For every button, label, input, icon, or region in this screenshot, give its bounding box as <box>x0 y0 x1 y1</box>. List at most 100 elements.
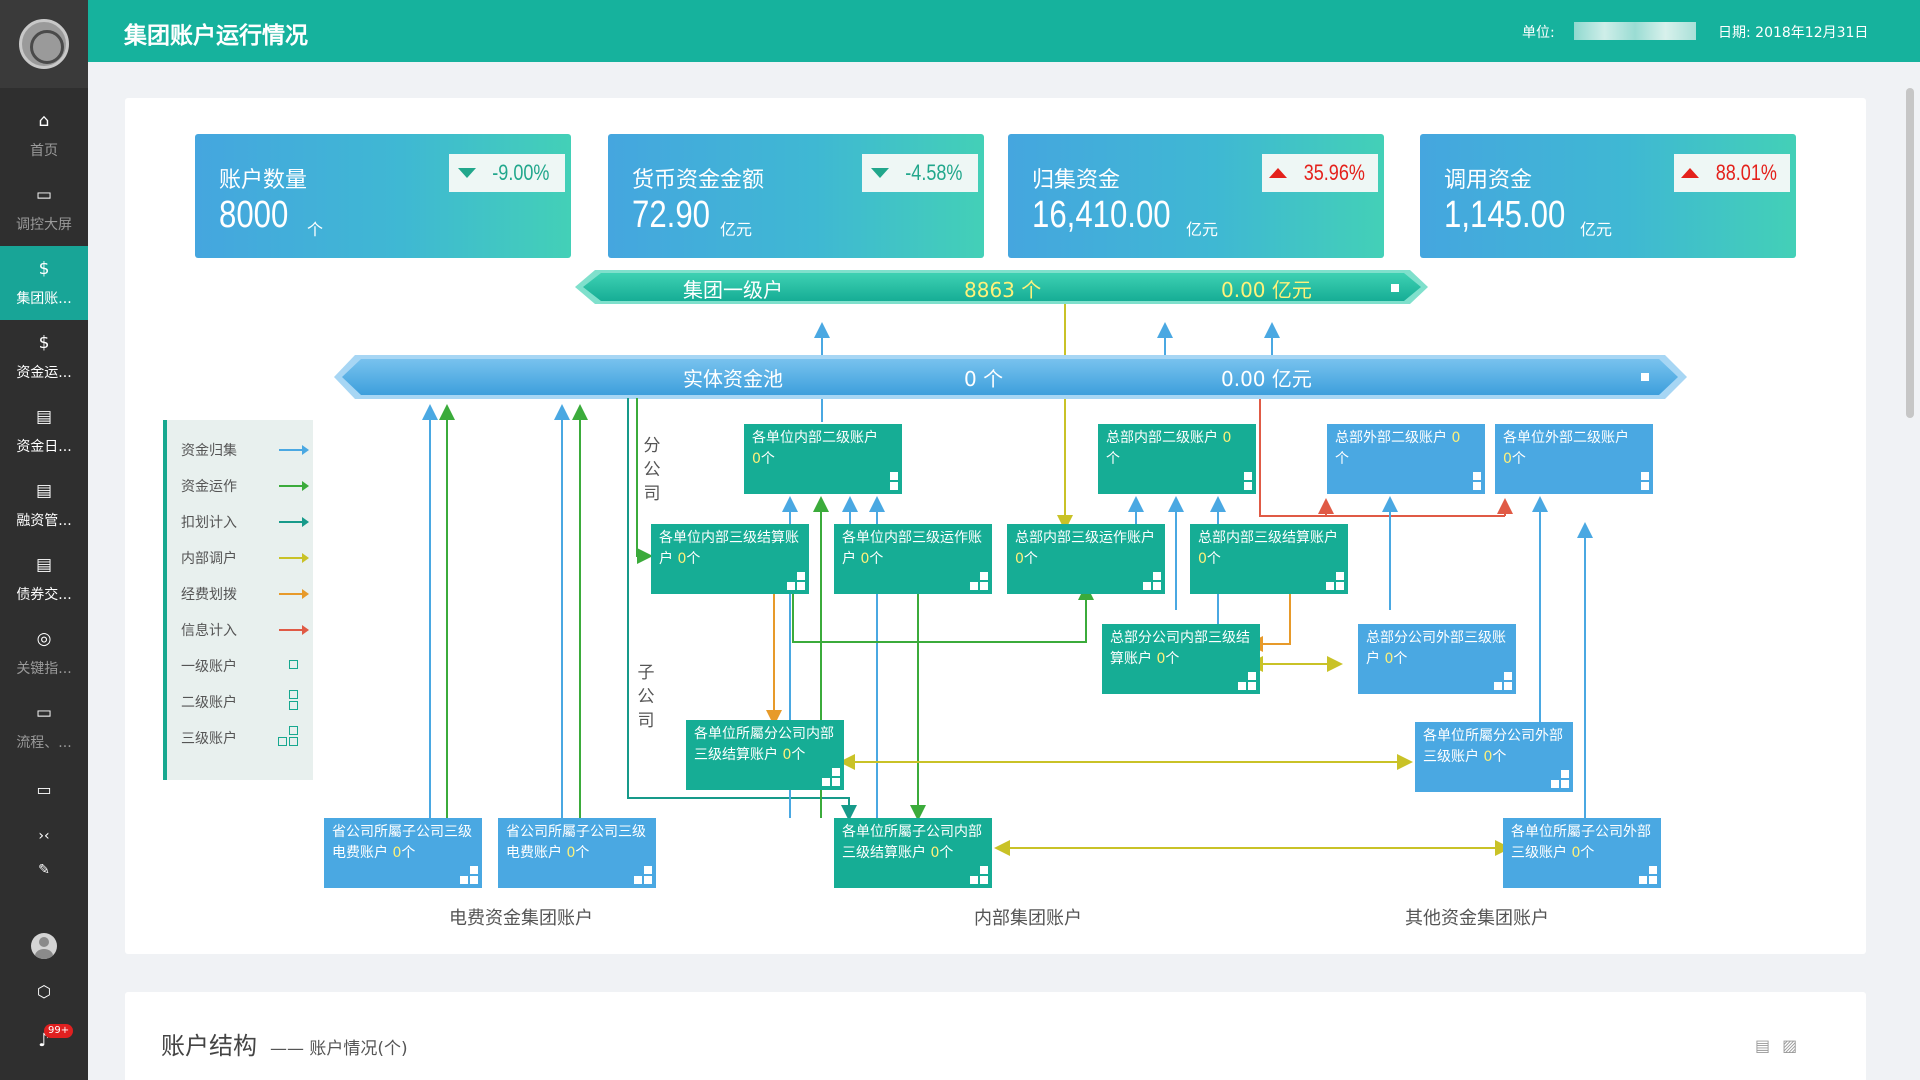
sidebar: ⌂ 首页 ▭ 调控大屏 $ 集团账... $ 资金运... ▤ 资金日... ▤… <box>0 0 88 1080</box>
page-scrollbar[interactable] <box>1906 88 1914 418</box>
box-unit: 个 <box>791 747 806 763</box>
top-banner-count: 8863 个 <box>964 278 1042 302</box>
square-icon <box>832 768 840 776</box>
box-count: 0 <box>1451 430 1461 446</box>
bond-icon: ▤ <box>35 554 53 575</box>
box-unit: 个 <box>1165 651 1180 667</box>
legend-line-yellow <box>279 553 309 563</box>
branch-label: 分公司 <box>643 436 661 504</box>
square-icon <box>1238 682 1246 690</box>
sidebar-item-fund-journal[interactable]: ▤ 资金日... <box>0 394 88 468</box>
level3-account-icon <box>289 726 298 735</box>
pool-banner-name: 实体资金池 <box>683 367 783 391</box>
box-unit-internal-3-settle[interactable]: 各单位内部三级结算账户 0个 <box>651 524 809 594</box>
group-label-other: 其他资金集团账户 <box>1405 908 1549 929</box>
legend-item: 二级账户 <box>181 695 237 711</box>
collapse-icon[interactable]: ›‹ <box>0 828 88 844</box>
square-icon <box>1244 472 1252 480</box>
legend-item: 内部调户 <box>181 551 237 567</box>
sidebar-item-fund-operation[interactable]: $ 资金运... <box>0 320 88 394</box>
box-unit-branch-external-3[interactable]: 各单位所屬分公司外部三级账户 0个 <box>1415 722 1573 792</box>
legend-item: 资金归集 <box>181 443 237 459</box>
sidebar-item-financing[interactable]: ▤ 融资管... <box>0 468 88 542</box>
square-icon <box>1248 672 1256 680</box>
data-view-icon[interactable]: ▤ <box>1755 1036 1782 1055</box>
box-unit-sub-external-3[interactable]: 各单位所屬子公司外部三级账户 0个 <box>1503 818 1661 888</box>
folder-icon[interactable]: ▭ <box>0 780 88 799</box>
company-logo <box>0 0 88 88</box>
sidebar-item-process[interactable]: ▭ 流程、... <box>0 690 88 764</box>
square-icon <box>797 582 805 590</box>
legend-item: 扣划计入 <box>181 515 237 531</box>
page-title: 集团账户运行情况 <box>124 23 308 49</box>
group-label-electricity: 电费资金集团账户 <box>449 908 593 929</box>
square-icon <box>644 876 652 884</box>
box-title: 总部内部三级运作账户 <box>1015 530 1155 546</box>
box-unit: 个 <box>1106 451 1120 467</box>
pin-icon[interactable]: ✎ <box>0 862 88 878</box>
account-flow-diagram: 集团一级户 8863 个 0.00 亿元 实体资金池 0 个 0.00 亿元 资… <box>125 98 1866 954</box>
box-hq-branch-internal-3[interactable]: 总部分公司内部三级结算账户 0个 <box>1102 624 1260 694</box>
sidebar-item-key-indicator[interactable]: ◎ 关键指... <box>0 616 88 690</box>
box-hq-internal-2[interactable]: 总部内部二级账户 0 个 <box>1098 424 1256 494</box>
box-hq-branch-external-3[interactable]: 总部分公司外部三级账户 0个 <box>1358 624 1516 694</box>
square-icon <box>1649 876 1657 884</box>
level3-account-icon <box>289 737 298 746</box>
square-icon <box>980 876 988 884</box>
square-icon <box>1473 472 1481 480</box>
sidebar-item-home[interactable]: ⌂ 首页 <box>0 98 88 172</box>
account-icon: $ <box>38 258 50 279</box>
square-icon <box>1153 582 1161 590</box>
box-title: 总部外部二级账户 <box>1335 430 1447 446</box>
square-icon <box>1561 780 1569 788</box>
square-icon <box>832 778 840 786</box>
box-unit: 个 <box>1511 451 1526 467</box>
level1-account-icon <box>1391 284 1399 292</box>
save-image-icon[interactable]: ▨ <box>1782 1036 1809 1055</box>
box-prov-sub-elec-1[interactable]: 省公司所屬子公司三级电费账户 0个 <box>324 818 482 888</box>
box-title: 各单位外部二级账户 <box>1503 430 1629 446</box>
square-icon <box>797 572 805 580</box>
pool-banner-amount: 0.00 亿元 <box>1221 367 1312 391</box>
account-structure-panel: 账户结构 —— 账户情况(个) ▤▨ <box>125 992 1866 1080</box>
box-hq-internal-3-settle[interactable]: 总部内部三级结算账户 0个 <box>1190 524 1348 594</box>
sidebar-item-group-account[interactable]: $ 集团账... <box>0 246 88 320</box>
sidebar-item-control-screen[interactable]: ▭ 调控大屏 <box>0 172 88 246</box>
box-title: 各单位所屬分公司内部三级结算账户 <box>694 726 834 763</box>
top-banner-name: 集团一级户 <box>683 278 783 302</box>
square-icon <box>470 866 478 874</box>
level1-account-icon <box>289 660 298 669</box>
level2-account-icon <box>289 690 298 699</box>
pool-banner-count: 0 个 <box>964 367 1004 391</box>
box-count: 0 <box>1015 551 1024 567</box>
avatar[interactable] <box>31 933 57 959</box>
box-prov-sub-elec-2[interactable]: 省公司所屬子公司三级电费账户 0个 <box>498 818 656 888</box>
box-unit: 个 <box>401 845 416 861</box>
panel-toolbar: ▤▨ <box>1755 1036 1809 1055</box>
box-unit-external-2[interactable]: 各单位外部二级账户 0个 <box>1495 424 1653 494</box>
box-unit-internal-3-op[interactable]: 各单位内部三级运作账户 0个 <box>834 524 992 594</box>
square-icon <box>890 472 898 480</box>
box-title: 各单位所屬子公司内部三级结算账户 <box>842 824 982 861</box>
top-header: 集团账户运行情况 单位: 日期: 2018年12月31日 <box>88 0 1920 62</box>
section-title: 账户结构 <box>161 1032 257 1060</box>
box-unit: 个 <box>575 845 590 861</box>
box-title: 总部内部二级账户 <box>1106 430 1218 446</box>
sidebar-item-label: 关键指... <box>16 660 72 677</box>
box-unit-branch-internal-3[interactable]: 各单位所屬分公司内部三级结算账户 0个 <box>686 720 844 790</box>
box-unit-sub-internal-3[interactable]: 各单位所屬子公司内部三级结算账户 0个 <box>834 818 992 888</box>
box-unit-internal-2[interactable]: 各单位内部二级账户 0个 <box>744 424 902 494</box>
level1-account-icon <box>1641 373 1649 381</box>
sidebar-item-bond[interactable]: ▤ 债券交... <box>0 542 88 616</box>
box-hq-internal-3-op[interactable]: 总部内部三级运作账户 0个 <box>1007 524 1165 594</box>
box-title: 各单位内部二级账户 <box>752 430 878 446</box>
square-icon <box>1248 682 1256 690</box>
unit-selector[interactable] <box>1574 22 1696 40</box>
square-icon <box>1244 482 1252 490</box>
box-count: 0 <box>1503 451 1512 467</box>
box-unit: 个 <box>1206 551 1221 567</box>
square-icon <box>980 572 988 580</box>
box-hq-external-2[interactable]: 总部外部二级账户 0 个 <box>1327 424 1485 494</box>
legend: 资金归集 资金运作 扣划计入 内部调户 经费划拨 信息计入 一级账户 二级账户 … <box>163 420 313 780</box>
box-icon[interactable]: ⬡ <box>0 982 88 1001</box>
